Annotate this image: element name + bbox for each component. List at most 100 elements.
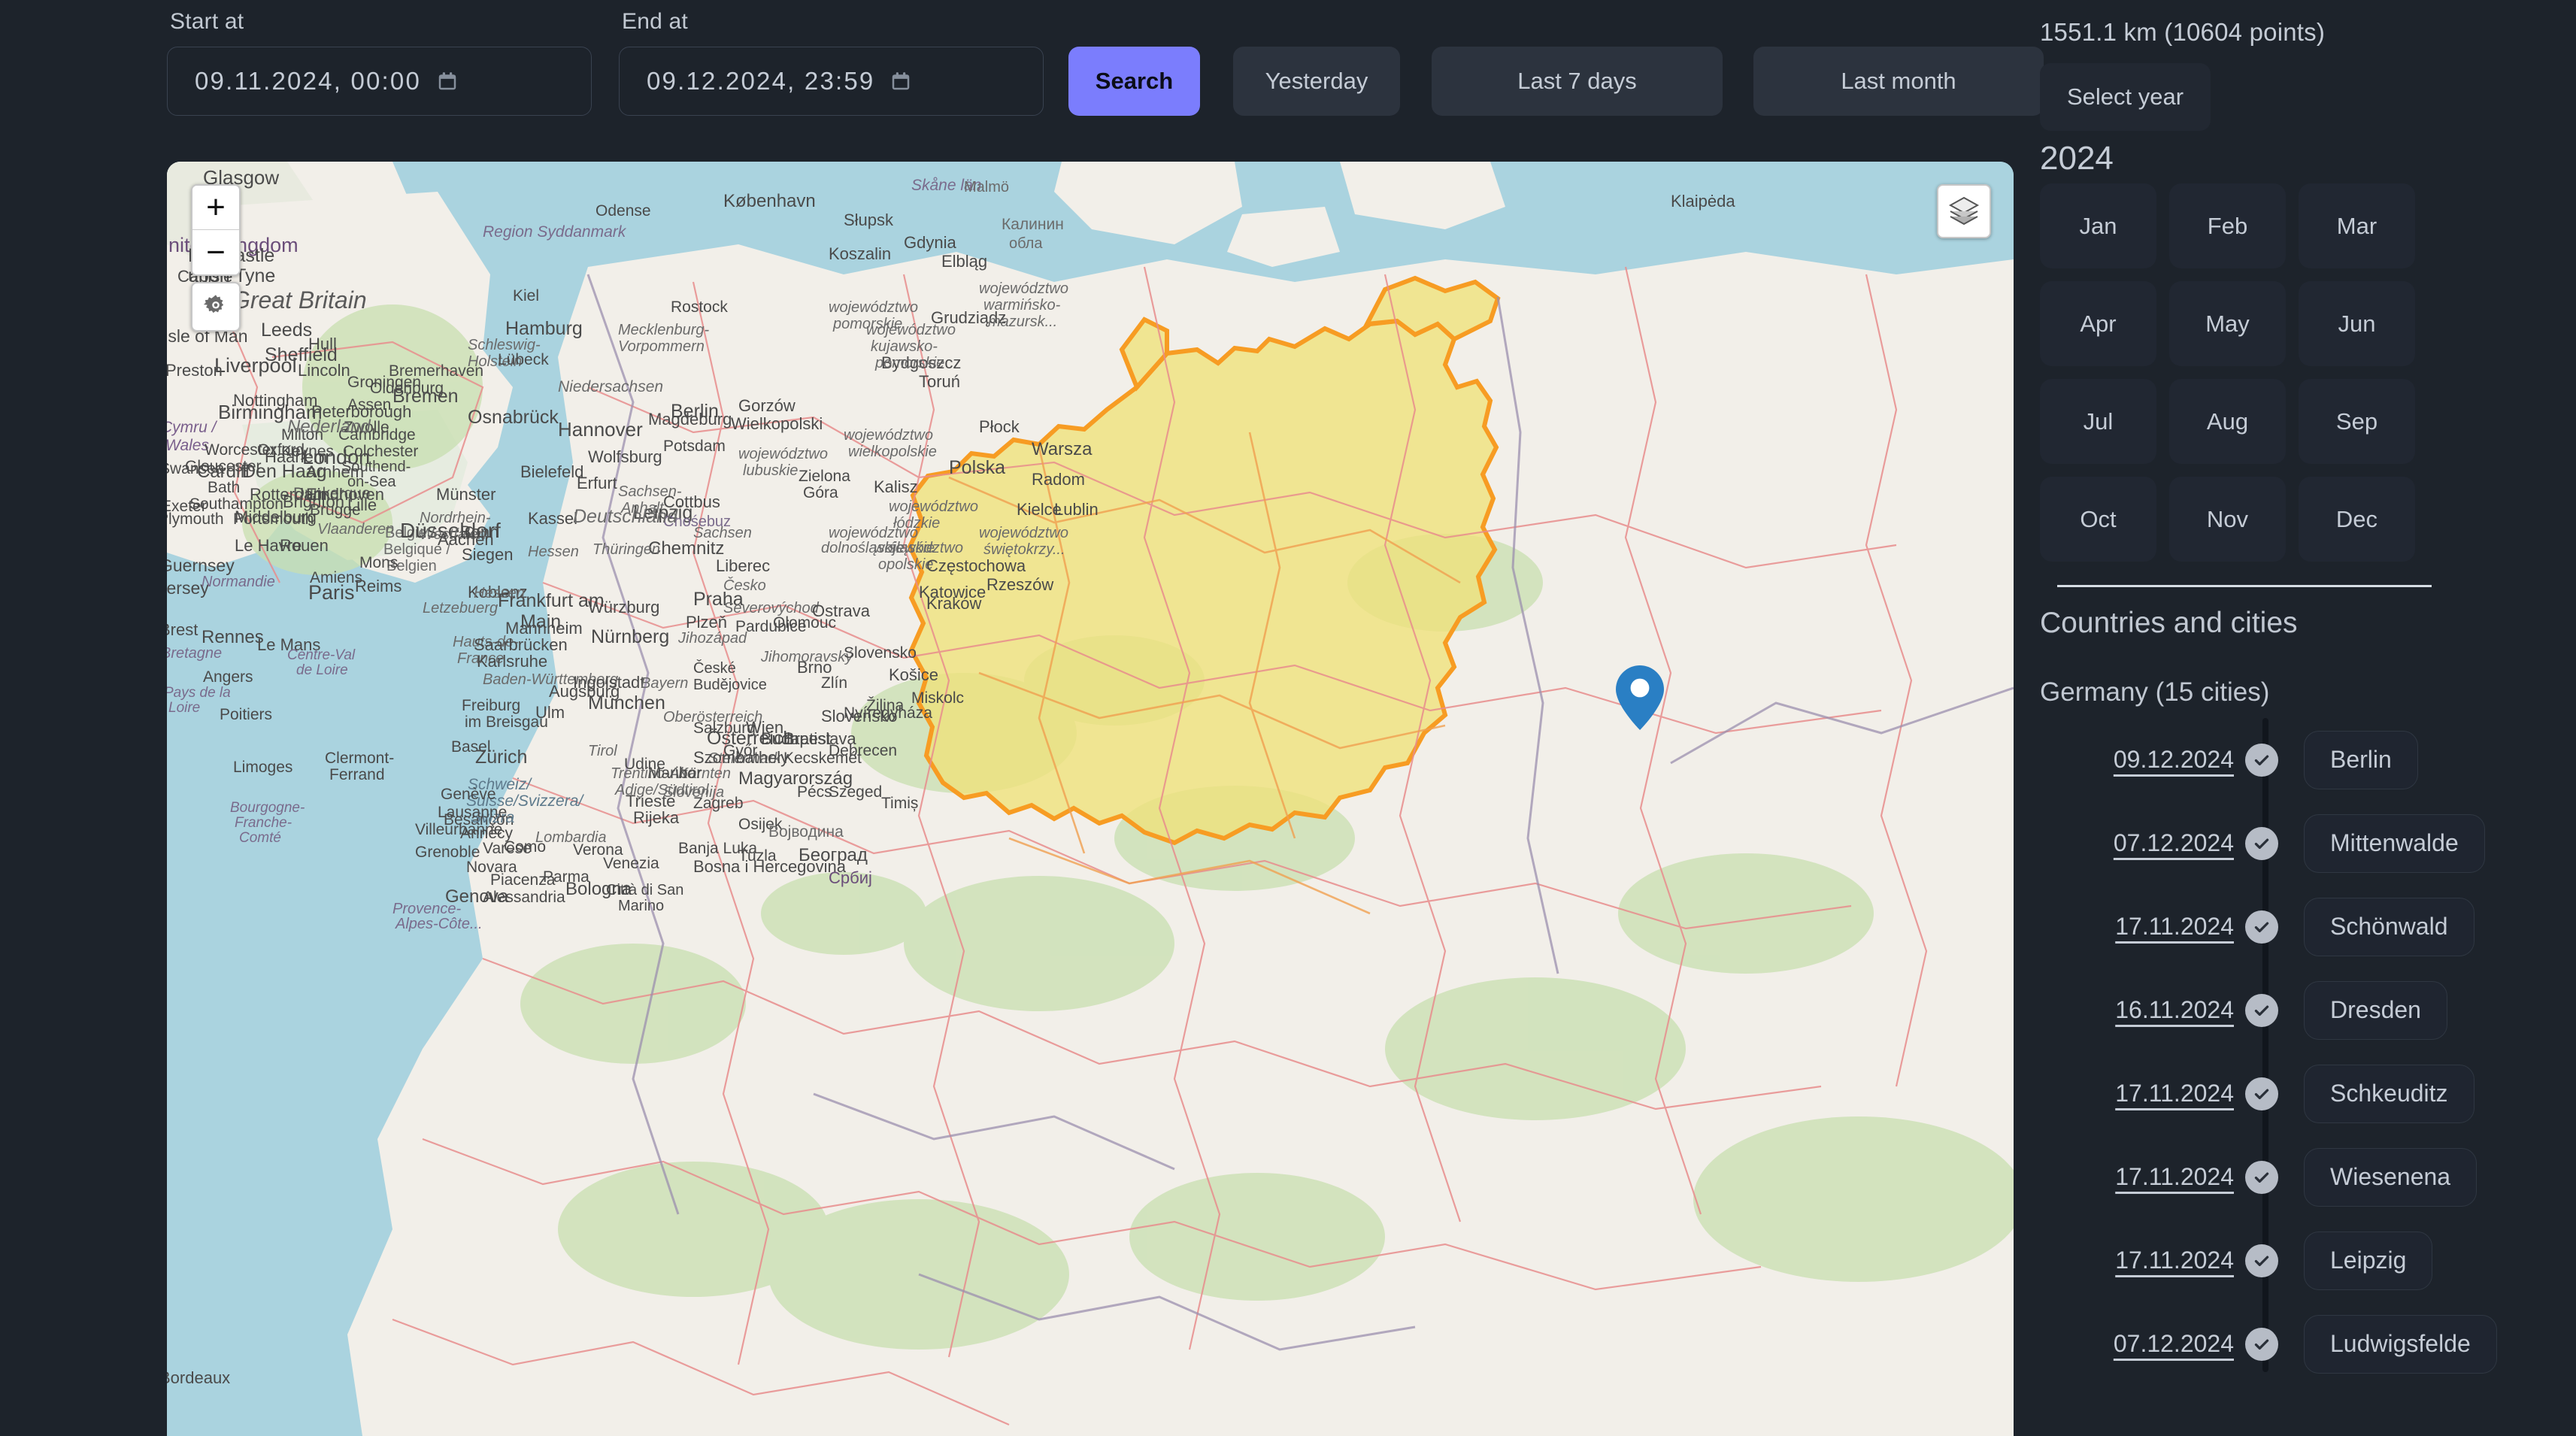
svg-text:København: København (723, 191, 816, 211)
visit-date[interactable]: 07.12.2024 (2040, 1330, 2234, 1358)
city-chip[interactable]: Schkeuditz (2304, 1064, 2474, 1123)
svg-text:Middelburg: Middelburg (235, 507, 317, 526)
visit-date[interactable]: 17.11.2024 (2040, 1247, 2234, 1274)
svg-text:Potsdam: Potsdam (663, 438, 726, 455)
filter-toolbar: Start at 09.11.2024, 00:00 End at 09.12.… (0, 0, 2044, 162)
month-button-sep[interactable]: Sep (2299, 379, 2415, 464)
svg-text:Pays de la: Pays de la (167, 685, 231, 701)
visit-date[interactable]: 09.12.2024 (2040, 746, 2234, 774)
check-icon (2245, 743, 2278, 777)
select-year-button[interactable]: Select year (2040, 63, 2211, 131)
svg-text:Bayern: Bayern (641, 675, 688, 692)
svg-text:Mons: Mons (359, 554, 398, 571)
svg-text:Tirol: Tirol (588, 743, 617, 759)
end-at-label: End at (622, 9, 688, 34)
svg-text:Deutschland: Deutschland (573, 506, 678, 527)
month-button-aug[interactable]: Aug (2169, 379, 2286, 464)
svg-text:Leeds: Leeds (261, 320, 312, 341)
month-button-apr[interactable]: Apr (2040, 281, 2156, 366)
svg-text:Góra: Góra (803, 484, 838, 501)
svg-text:Berlin: Berlin (671, 401, 719, 422)
city-chip[interactable]: Schönwald (2304, 897, 2474, 956)
search-button[interactable]: Search (1068, 47, 1200, 116)
svg-text:Reims: Reims (355, 577, 402, 595)
svg-text:opolskie: opolskie (878, 556, 933, 573)
last-7-days-button[interactable]: Last 7 days (1432, 47, 1723, 116)
svg-text:Jihozápad: Jihozápad (677, 630, 747, 647)
svg-text:de Loire: de Loire (296, 662, 348, 678)
svg-text:Città di San: Città di San (606, 882, 683, 898)
svg-text:Калинин: Калинин (1002, 216, 1064, 233)
city-chip[interactable]: Berlin (2304, 730, 2418, 789)
city-chip[interactable]: Wiesenena (2304, 1147, 2478, 1207)
svg-text:Gdynia: Gdynia (904, 233, 956, 252)
visit-timeline: 09.12.2024 Berlin 07.12.2024 Mittenwalde… (2040, 718, 2553, 1386)
month-button-oct[interactable]: Oct (2040, 477, 2156, 562)
svg-text:Nyíregyháza: Nyíregyháza (844, 704, 932, 722)
svg-text:Poitiers: Poitiers (220, 706, 272, 723)
month-button-may[interactable]: May (2169, 281, 2286, 366)
svg-text:Cymru /: Cymru / (167, 419, 218, 436)
svg-text:Mannheim: Mannheim (505, 619, 583, 638)
visit-date[interactable]: 16.11.2024 (2040, 996, 2234, 1024)
start-at-value: 09.11.2024, 00:00 (195, 67, 422, 95)
map-zoom-control[interactable]: + − (191, 184, 241, 276)
month-button-jun[interactable]: Jun (2299, 281, 2415, 366)
city-chip[interactable]: Mittenwalde (2304, 813, 2485, 873)
yesterday-button[interactable]: Yesterday (1233, 47, 1400, 116)
timeline-row: 09.12.2024 Berlin (2040, 718, 2553, 801)
svg-text:Płock: Płock (979, 417, 1020, 436)
svg-text:Niedersachsen: Niedersachsen (558, 378, 663, 395)
svg-text:Београд: Београд (799, 845, 868, 865)
svg-text:Košice: Košice (889, 665, 938, 684)
svg-text:województwo: województwo (889, 498, 978, 515)
map-settings-button[interactable] (191, 282, 241, 332)
city-chip[interactable]: Dresden (2304, 980, 2447, 1040)
check-icon (2245, 826, 2278, 860)
svg-text:Clermont-: Clermont- (325, 750, 394, 767)
zoom-out-button[interactable]: − (192, 230, 239, 274)
svg-text:Bourgogne-: Bourgogne- (230, 800, 305, 816)
svg-text:Centre-Val: Centre-Val (287, 647, 356, 663)
svg-text:Częstochowa: Częstochowa (926, 556, 1026, 575)
visit-date[interactable]: 07.12.2024 (2040, 829, 2234, 857)
month-button-jul[interactable]: Jul (2040, 379, 2156, 464)
svg-text:České: České (693, 659, 736, 677)
city-chip[interactable]: Leipzig (2304, 1231, 2433, 1290)
svg-text:Kalisz: Kalisz (874, 477, 918, 496)
svg-text:Franche-: Franche- (235, 815, 292, 831)
zoom-in-button[interactable]: + (192, 186, 239, 230)
map-view[interactable]: Glasgow nited Kingdom Carlisle Newcastle… (167, 162, 2014, 1436)
svg-text:Győr: Győr (723, 742, 758, 759)
month-button-feb[interactable]: Feb (2169, 183, 2286, 268)
month-button-nov[interactable]: Nov (2169, 477, 2286, 562)
month-button-jan[interactable]: Jan (2040, 183, 2156, 268)
map-pin-icon[interactable] (1616, 665, 1664, 730)
last-month-button[interactable]: Last month (1753, 47, 2044, 116)
svg-text:Plzeň: Plzeň (686, 613, 727, 632)
end-at-input[interactable]: 09.12.2024, 23:59 (619, 47, 1044, 116)
end-at-value: 09.12.2024, 23:59 (647, 67, 875, 95)
svg-text:Ostrava: Ostrava (812, 601, 871, 620)
month-button-dec[interactable]: Dec (2299, 477, 2415, 562)
city-chip[interactable]: Ludwigsfelde (2304, 1314, 2497, 1374)
svg-text:Assen: Assen (347, 396, 391, 414)
svg-text:Rennes: Rennes (202, 627, 264, 647)
map-layers-button[interactable] (1937, 184, 1991, 238)
svg-text:Budějovice: Budějovice (693, 677, 767, 693)
visit-date[interactable]: 17.11.2024 (2040, 913, 2234, 941)
country-heading: Germany (15 cities) (2040, 677, 2270, 707)
start-at-input[interactable]: 09.11.2024, 00:00 (167, 47, 592, 116)
calendar-icon[interactable] (889, 69, 912, 93)
month-grid: Jan Feb Mar Apr May Jun Jul Aug Sep Oct … (2040, 183, 2553, 574)
svg-text:województwo: województwo (844, 427, 933, 444)
svg-text:Rouen: Rouen (280, 536, 329, 555)
svg-text:Bielefeld: Bielefeld (520, 462, 583, 481)
visit-date[interactable]: 17.11.2024 (2040, 1163, 2234, 1191)
svg-text:Great Britain: Great Britain (232, 286, 367, 314)
svg-text:pomorskie: pomorskie (832, 316, 902, 332)
svg-text:Brugge: Brugge (310, 501, 361, 519)
calendar-icon[interactable] (436, 69, 459, 93)
month-button-mar[interactable]: Mar (2299, 183, 2415, 268)
visit-date[interactable]: 17.11.2024 (2040, 1080, 2234, 1107)
